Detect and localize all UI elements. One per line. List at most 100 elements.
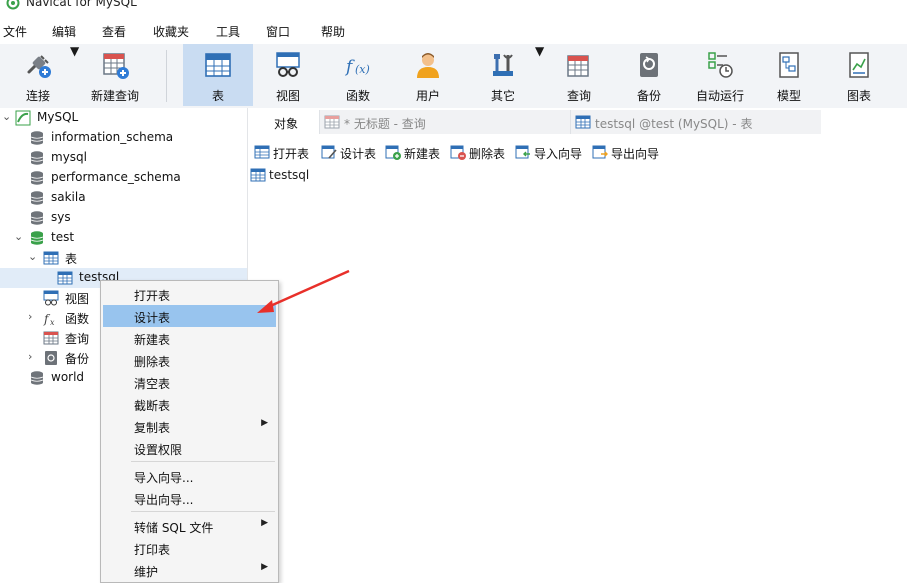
other-dropdown-caret[interactable]: ▼ [535,44,544,58]
ctx-export-wizard[interactable]: 导出向导... [103,487,276,509]
tab-label: testsql @test (MySQL) - 表 [595,117,753,131]
automation-button[interactable]: 自动运行 [688,44,752,106]
ctx-truncate-table[interactable]: 截断表 [103,393,276,415]
ctx-label: 维护 [134,565,159,579]
tree-label: 视图 [65,292,90,306]
backup-button[interactable]: 备份 [618,44,680,106]
table-icon [250,168,266,182]
ctx-delete-table[interactable]: 删除表 [103,349,276,371]
tab-testsql-table[interactable]: testsql @test (MySQL) - 表 [570,110,821,134]
database-open-icon [30,231,44,245]
new-query-icon [103,53,129,79]
connect-dropdown-caret[interactable]: ▼ [70,44,79,58]
model-button[interactable]: 模型 [758,44,820,106]
tab-untitled-query[interactable]: * 无标题 - 查询 [319,110,570,134]
new-table-button[interactable]: 新建表 [385,143,451,161]
delete-table-label: 删除表 [469,147,506,161]
new-table-label: 新建表 [404,147,441,161]
plug-icon [27,55,51,78]
tree-label: mysql [51,150,87,164]
other-button[interactable]: 其它 [472,44,534,106]
ctx-design-table[interactable]: 设计表 [103,305,276,327]
function-button[interactable]: f (x) 函数 [327,44,389,106]
import-wizard-button[interactable]: 导入向导 [515,143,591,161]
ctx-import-wizard[interactable]: 导入向导... [103,465,276,487]
ctx-print-table[interactable]: 打印表 [103,537,276,559]
tree-db-sakila[interactable]: sakila [0,188,247,208]
ctx-dump-sql[interactable]: 转储 SQL 文件 ▶ [103,515,276,537]
delete-table-button[interactable]: 删除表 [450,143,516,161]
menu-view[interactable]: 查看 [102,23,126,40]
ctx-label: 复制表 [134,421,171,435]
database-icon [30,191,44,205]
open-table-button[interactable]: 打开表 [254,143,320,161]
tree-label: sakila [51,190,86,204]
menu-favorites[interactable]: 收藏夹 [153,23,189,40]
new-query-button[interactable]: 新建查询 [84,44,146,106]
table-icon [575,115,591,129]
database-icon [30,211,44,225]
ctx-open-table[interactable]: 打开表 [103,283,276,305]
ctx-maintain[interactable]: 维护 ▶ [103,559,276,581]
new-query-label: 新建查询 [90,89,139,103]
export-wizard-button[interactable]: 导出向导 [592,143,668,161]
tree-db-test[interactable]: ⌄ test [0,228,247,248]
toolbar-separator [166,50,167,102]
tree-label: test [51,230,75,244]
chart-button[interactable]: 图表 [828,44,890,106]
menu-file[interactable]: 文件 [3,23,27,40]
tree-db-performance-schema[interactable]: performance_schema [0,168,247,188]
view-button[interactable]: 视图 [257,44,319,106]
menu-tools[interactable]: 工具 [216,23,240,40]
ctx-label: 截断表 [134,399,171,413]
query-button[interactable]: 查询 [548,44,610,106]
ctx-copy-table[interactable]: 复制表 ▶ [103,415,276,437]
query-icon [567,55,589,77]
navicat-logo-icon [6,0,20,10]
database-icon [30,371,44,385]
menu-edit[interactable]: 编辑 [52,23,76,40]
object-toolbar: 打开表 设计表 新建表 删除表 导入向导 导出向导 [248,140,907,164]
table-icon [205,53,231,77]
tree-label: MySQL [37,110,79,124]
collapse-arrow-icon[interactable]: ⌄ [28,250,37,263]
tree-db-mysql[interactable]: mysql [0,148,247,168]
delete-table-icon [450,145,466,160]
ctx-empty-table[interactable]: 清空表 [103,371,276,393]
design-table-button[interactable]: 设计表 [321,143,387,161]
ctx-label: 清空表 [134,377,171,391]
tree-label: 备份 [65,352,90,366]
tools-icon [493,54,513,76]
menu-bar: 文件 编辑 查看 收藏夹 工具 窗口 帮助 [0,18,907,44]
expand-arrow-icon[interactable]: › [28,310,32,323]
collapse-arrow-icon[interactable]: ⌄ [14,230,23,243]
view-label: 视图 [275,89,300,103]
backup-icon [640,53,658,77]
user-button[interactable]: 用户 [397,44,459,106]
connect-label: 连接 [25,89,50,103]
ctx-new-table[interactable]: 新建表 [103,327,276,349]
object-list: testsql [248,164,907,581]
tree-connection-mysql[interactable]: ⌄ MySQL [0,108,247,128]
tree-db-information-schema[interactable]: information_schema [0,128,247,148]
connect-button[interactable]: 连接 [8,44,68,106]
submenu-arrow-icon: ▶ [261,562,268,572]
expand-arrow-icon[interactable]: › [28,350,32,363]
table-button[interactable]: 表 [183,44,253,106]
ctx-label: 打开表 [134,289,171,303]
new-table-icon [385,145,401,160]
collapse-arrow-icon[interactable]: ⌄ [2,110,11,123]
menu-window[interactable]: 窗口 [266,23,290,40]
ctx-set-permissions[interactable]: 设置权限 [103,437,276,459]
tab-bar: 对象 * 无标题 - 查询 testsql @test (MySQL) - 表 [248,108,907,134]
other-label: 其它 [490,89,515,103]
automation-icon [708,52,733,78]
function-label: 函数 [345,89,370,103]
tree-db-sys[interactable]: sys [0,208,247,228]
tab-label: * 无标题 - 查询 [344,117,426,131]
tab-objects[interactable]: 对象 [248,110,318,134]
tree-node-tables[interactable]: ⌄ 表 [0,248,247,268]
menu-help[interactable]: 帮助 [321,23,345,40]
view-icon [43,290,59,306]
submenu-arrow-icon: ▶ [261,518,268,528]
